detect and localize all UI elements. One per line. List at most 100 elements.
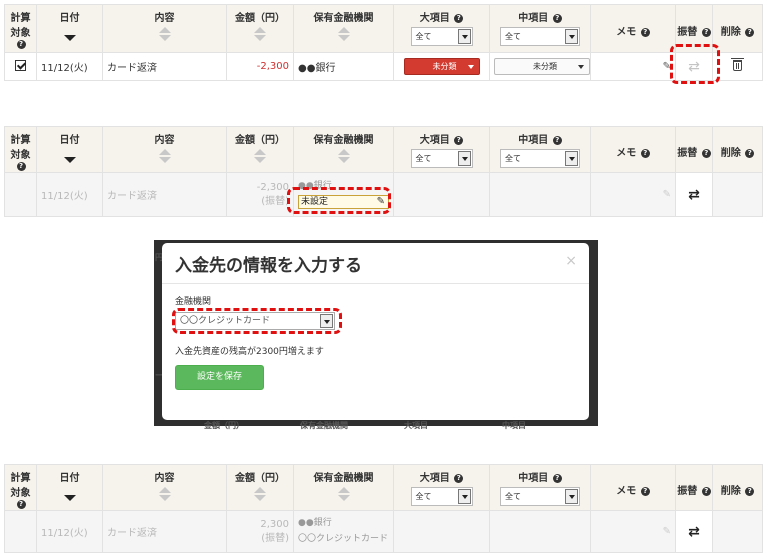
sort-asc-icon bbox=[337, 487, 350, 493]
help-icon[interactable]: ? bbox=[701, 28, 711, 37]
close-icon[interactable]: × bbox=[565, 253, 577, 269]
help-icon[interactable]: ? bbox=[552, 474, 562, 483]
header-date[interactable]: 日付 bbox=[36, 464, 103, 511]
highlight-bank-select bbox=[172, 308, 342, 334]
destination-bank-value[interactable]: 〇〇クレジットカード bbox=[298, 533, 389, 547]
header-date[interactable]: 日付 bbox=[36, 4, 103, 53]
header-calc: 計算 対象? bbox=[4, 4, 37, 53]
highlight-transfer bbox=[670, 44, 720, 84]
help-icon[interactable]: ? bbox=[454, 474, 464, 483]
highlight-bank-setting bbox=[287, 187, 391, 214]
help-icon[interactable]: ? bbox=[745, 149, 755, 158]
major-filter-select[interactable]: 全て bbox=[410, 149, 473, 168]
row-amount: -2,300 bbox=[226, 52, 294, 81]
middle-filter-select[interactable]: 全て bbox=[500, 27, 580, 46]
help-icon[interactable]: ? bbox=[16, 40, 26, 49]
middle-category-dropdown[interactable]: 未分類 bbox=[494, 58, 590, 75]
header-amount[interactable]: 金額（円） bbox=[226, 464, 294, 511]
row-amount-note: (振替) bbox=[261, 532, 289, 544]
sort-desc-icon bbox=[158, 157, 171, 163]
help-icon[interactable]: ? bbox=[701, 487, 711, 496]
calc-checkbox[interactable] bbox=[15, 59, 26, 71]
header-middle: 中項目 ? 全て bbox=[489, 126, 591, 173]
help-icon[interactable]: ? bbox=[552, 14, 562, 23]
header-content[interactable]: 内容 bbox=[102, 126, 227, 173]
header-delete: 削除 ? bbox=[712, 464, 763, 511]
sort-desc-icon bbox=[158, 35, 171, 41]
sort-desc-icon bbox=[337, 157, 350, 163]
header-major: 大項目 ? 全て bbox=[393, 126, 490, 173]
sort-asc-icon bbox=[254, 487, 266, 493]
chevron-down-icon bbox=[565, 489, 578, 504]
trash-icon[interactable] bbox=[731, 57, 744, 71]
memo-pencil-icon[interactable]: ✎ bbox=[663, 526, 671, 537]
ghost-header: 金額（円） bbox=[204, 421, 244, 430]
header-calc: 計算 対象? bbox=[4, 126, 37, 173]
row-date: 11/12(火) bbox=[36, 172, 103, 217]
sort-asc-icon bbox=[337, 27, 350, 33]
help-icon[interactable]: ? bbox=[745, 487, 755, 496]
help-icon[interactable]: ? bbox=[745, 28, 755, 37]
divider bbox=[162, 283, 589, 284]
header-amount[interactable]: 金額（円） bbox=[226, 126, 294, 173]
chevron-down-icon bbox=[565, 29, 578, 44]
help-icon[interactable]: ? bbox=[454, 14, 464, 23]
transaction-table-3: 計算 対象? 日付 内容 金額（円） 保有金融機関 大項目 ? 全て 中項目 ? 全て… bbox=[4, 464, 763, 553]
sort-asc-icon bbox=[254, 149, 266, 155]
row-content[interactable]: カード返済 bbox=[102, 52, 227, 81]
middle-filter-select[interactable]: 全て bbox=[500, 487, 580, 506]
sort-desc-icon bbox=[63, 495, 76, 501]
memo-pencil-icon[interactable]: ✎ bbox=[663, 189, 671, 200]
row-bank: ●●銀行 bbox=[298, 517, 332, 528]
transfer-toggle-icon[interactable]: ⇄ bbox=[688, 188, 700, 202]
help-icon[interactable]: ? bbox=[640, 28, 650, 37]
sort-desc-icon bbox=[63, 157, 76, 163]
ghost-header: 保有金融機関 bbox=[300, 421, 348, 430]
header-transfer: 振替 ? bbox=[675, 464, 713, 511]
header-amount[interactable]: 金額（円） bbox=[226, 4, 294, 53]
row-date: 11/12(火) bbox=[36, 510, 103, 553]
chevron-down-icon bbox=[457, 29, 471, 44]
row-amount-note: (振替) bbox=[261, 195, 289, 207]
header-date[interactable]: 日付 bbox=[36, 126, 103, 173]
table-row: 11/12(火) カード返済 -2,300 ●●銀行 未分類 未分類 ✎ ⇄ bbox=[4, 52, 763, 81]
transfer-toggle-icon[interactable]: ⇄ bbox=[688, 525, 700, 539]
chevron-down-icon bbox=[565, 151, 578, 166]
sort-asc-icon bbox=[337, 149, 350, 155]
chevron-down-icon bbox=[457, 151, 471, 166]
help-icon[interactable]: ? bbox=[701, 149, 711, 158]
help-icon[interactable]: ? bbox=[16, 500, 26, 509]
save-button[interactable]: 設定を保存 bbox=[175, 365, 264, 390]
sort-asc-icon bbox=[64, 149, 76, 155]
sort-desc-icon bbox=[337, 495, 350, 501]
help-icon[interactable]: ? bbox=[16, 162, 26, 171]
row-content: カード返済 bbox=[102, 172, 227, 217]
sort-desc-icon bbox=[63, 35, 76, 41]
help-icon[interactable]: ? bbox=[552, 136, 562, 145]
header-memo: メモ ? bbox=[590, 464, 676, 511]
header-delete: 削除 ? bbox=[712, 126, 763, 173]
header-bank[interactable]: 保有金融機関 bbox=[293, 464, 394, 511]
sort-desc-icon bbox=[158, 495, 171, 501]
ghost-header: 大項目 bbox=[404, 421, 428, 430]
header-bank[interactable]: 保有金融機関 bbox=[293, 126, 394, 173]
major-filter-select[interactable]: 全て bbox=[410, 487, 473, 506]
sort-asc-icon bbox=[158, 27, 171, 33]
help-icon[interactable]: ? bbox=[640, 487, 650, 496]
help-icon[interactable]: ? bbox=[640, 149, 650, 158]
row-amount: -2,300 bbox=[256, 181, 289, 193]
sort-desc-icon bbox=[254, 35, 266, 41]
modal-title: 入金先の情報を入力する bbox=[175, 256, 362, 276]
header-content[interactable]: 内容 bbox=[102, 464, 227, 511]
header-memo: メモ ? bbox=[590, 126, 676, 173]
balance-message: 入金先資産の残高が2300円増えます bbox=[175, 347, 324, 357]
middle-filter-select[interactable]: 全て bbox=[500, 149, 580, 168]
row-amount: 2,300 bbox=[260, 518, 289, 530]
major-filter-select[interactable]: 全て bbox=[410, 27, 473, 46]
help-icon[interactable]: ? bbox=[454, 136, 464, 145]
header-bank[interactable]: 保有金融機関 bbox=[293, 4, 394, 53]
major-category-dropdown[interactable]: 未分類 bbox=[403, 58, 480, 75]
header-middle: 中項目 ? 全て bbox=[489, 464, 591, 511]
header-content[interactable]: 内容 bbox=[102, 4, 227, 53]
header-delete: 削除 ? bbox=[712, 4, 763, 53]
